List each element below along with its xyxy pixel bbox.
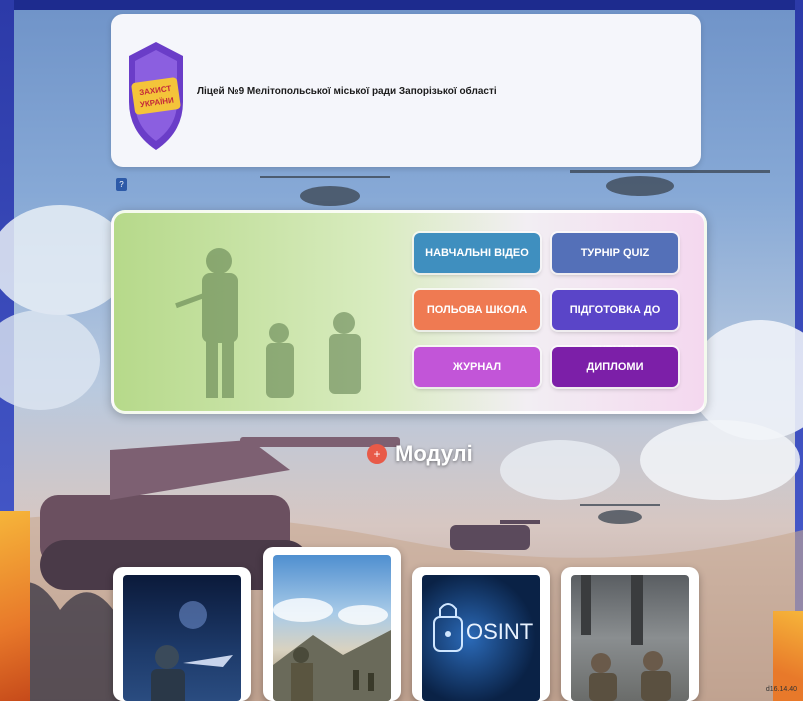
header-card: ЗАХИСТ УКРАЇНИ Ліцей №9 Мелітопольської … <box>111 14 701 167</box>
menu-button-field-school[interactable]: ПОЛЬОВА ШКОЛА <box>414 290 540 330</box>
help-badge[interactable]: ? <box>116 178 127 191</box>
menu-button-quiz[interactable]: ТУРНІР QUIZ <box>552 233 678 273</box>
mountain-soldiers-image <box>273 598 391 701</box>
top-browser-bar <box>14 0 795 10</box>
module-image: OSINT <box>422 575 540 701</box>
menu-button-label: ТУРНІР QUIZ <box>580 247 650 259</box>
modules-heading: + Модулі <box>367 440 473 468</box>
menu-button-label: ПОЛЬОВА ШКОЛА <box>426 304 528 316</box>
module-card-1[interactable] <box>113 567 251 701</box>
school-name: Ліцей №9 Мелітопольської міської ради За… <box>197 86 497 97</box>
menu-button-journal[interactable]: ЖУРНАЛ <box>414 347 540 387</box>
menu-button-diplomas[interactable]: ДИПЛОМИ <box>552 347 678 387</box>
modules-icon: + <box>367 444 387 464</box>
menu-button-videos[interactable]: НАВЧАЛЬНІ ВІДЕО <box>414 233 540 273</box>
module-card-3[interactable]: OSINT <box>412 567 550 701</box>
module-image <box>273 555 391 701</box>
menu-button-label: ЖУРНАЛ <box>452 361 502 373</box>
menu-button-label: ДИПЛОМИ <box>586 361 644 373</box>
hero-menu-panel: НАВЧАЛЬНІ ВІДЕО ТУРНІР QUIZ ПОЛЬОВА ШКОЛ… <box>111 210 707 414</box>
menu-button-tournament-prep[interactable]: ПІДГОТОВКА ДО ТУРНІРУ <box>552 290 678 356</box>
module-card-4[interactable] <box>561 567 699 701</box>
right-border <box>795 0 803 701</box>
timestamp: d16.14.40 <box>765 686 797 693</box>
modules-title: Модулі <box>395 441 473 466</box>
shield-logo-icon: ЗАХИСТ УКРАЇНИ <box>129 42 183 150</box>
soldier-night-image <box>151 601 233 701</box>
combat-soldiers-image <box>581 575 671 701</box>
module-image <box>571 575 689 701</box>
menu-button-label: НАВЧАЛЬНІ ВІДЕО <box>425 247 529 259</box>
osint-label: OSINT <box>466 619 534 644</box>
module-image <box>123 575 241 701</box>
module-card-2[interactable] <box>263 547 401 701</box>
bottom-left-decoration <box>0 511 30 701</box>
